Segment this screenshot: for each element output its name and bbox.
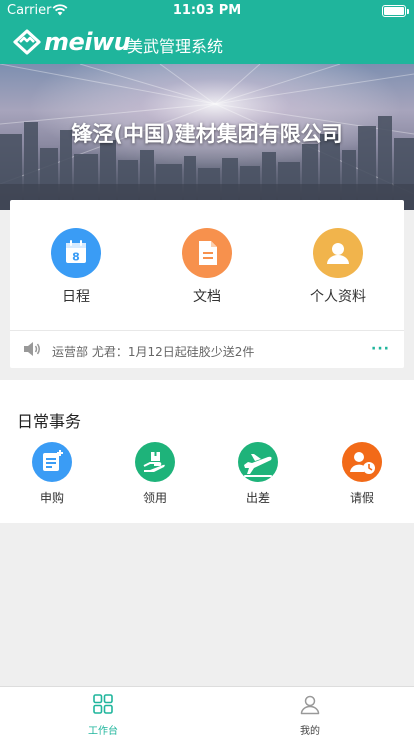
quick-action-profile[interactable]: 个人资料	[278, 228, 398, 306]
quick-action-label: 文档	[193, 289, 221, 305]
quick-action-documents[interactable]: 文档	[147, 228, 267, 306]
battery-icon	[382, 5, 409, 17]
leave-request-icon	[342, 442, 382, 482]
logo-text: meiwu	[44, 28, 131, 56]
workbench-grid-icon	[93, 694, 113, 714]
section-heading: 日常事务	[17, 412, 82, 431]
notice-text: 运营部 尤君：1月12日起硅胶少送2件	[52, 345, 255, 359]
user-icon	[300, 695, 320, 715]
requisition-icon	[135, 442, 175, 482]
notice-bar[interactable]: 运营部 尤君：1月12日起硅胶少送2件 ···	[10, 331, 404, 368]
daily-item-requisition[interactable]: 领用	[115, 442, 195, 506]
daily-item-label: 请假	[349, 491, 374, 505]
daily-item-leave[interactable]: 请假	[322, 442, 402, 506]
speaker-icon	[24, 342, 40, 356]
quick-action-label: 日程	[62, 289, 90, 305]
status-bar: Carrier 11:03 PM	[0, 0, 414, 22]
daily-item-label: 领用	[142, 491, 167, 505]
quick-action-label: 个人资料	[310, 289, 366, 305]
user-profile-icon	[313, 228, 363, 278]
more-button[interactable]: ···	[371, 341, 390, 357]
daily-affairs-section: 日常事务 申购 领用 出差 请假	[0, 380, 414, 523]
meiwu-logo-icon	[13, 29, 41, 55]
airplane-icon	[238, 442, 278, 482]
clock: 11:03 PM	[172, 3, 242, 18]
tab-workbench[interactable]: 工作台	[53, 693, 153, 736]
daily-item-label: 出差	[245, 491, 270, 505]
app-title: 美武管理系统	[127, 37, 224, 56]
company-name: 锋泾(中国)建材集团有限公司	[71, 122, 343, 146]
app-header: meiwu 美武管理系统	[0, 22, 414, 64]
quick-action-schedule[interactable]: 8 日程	[16, 228, 136, 306]
tab-label: 我的	[300, 726, 320, 736]
daily-item-purchase[interactable]: 申购	[12, 442, 92, 506]
purchase-request-icon	[32, 442, 72, 482]
bottom-tab-bar: 工作台 我的	[0, 686, 414, 736]
calendar-day: 8	[72, 251, 80, 264]
quick-actions-card: 8 日程 文档 个人资料 运营部 尤君：1月12日起硅胶少送2件 ···	[10, 200, 404, 368]
document-icon	[182, 228, 232, 278]
company-banner: 锋泾(中国)建材集团有限公司	[0, 64, 414, 210]
tab-mine[interactable]: 我的	[260, 693, 360, 736]
calendar-icon: 8	[51, 228, 101, 278]
daily-item-business-trip[interactable]: 出差	[218, 442, 298, 506]
tab-label: 工作台	[88, 726, 118, 736]
daily-item-label: 申购	[39, 491, 64, 505]
